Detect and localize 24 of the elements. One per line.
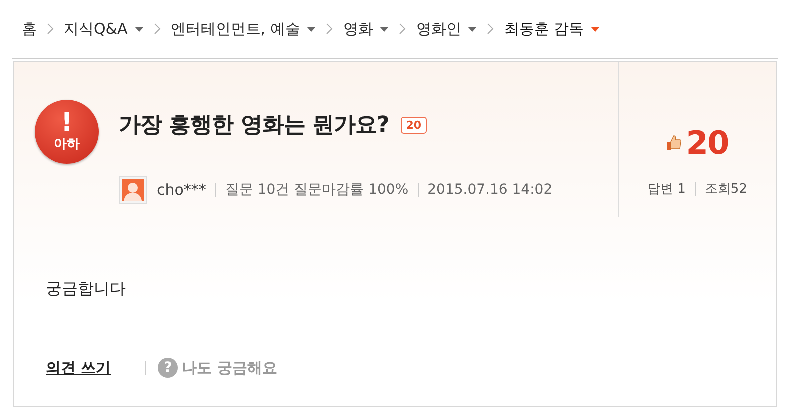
chevron-icon [399,23,406,35]
view-count: 조회52 [704,181,748,198]
breadcrumb-link[interactable]: 최동훈 감독 [504,20,600,38]
avatar-icon [119,176,147,204]
write-comment-link[interactable]: 의견 쓰기 [46,358,112,378]
breadcrumb-link[interactable]: 엔터테인먼트, 예술 [170,20,316,38]
answer-count: 답변 1 [648,181,686,198]
chevron-icon [154,23,161,35]
chevron-icon [487,23,494,35]
question-body: 궁금합니다 [46,279,127,300]
chevron-icon [47,23,54,35]
question-title: 가장 흥행한 영화는 뭔가요? [119,112,390,140]
aha-badge: ! 아하 [35,100,99,164]
reward-badge: 20 [401,116,427,134]
question-stats: 질문 10건 질문마감률 100% [225,181,409,199]
question-date: 2015.07.16 14:02 [428,182,553,198]
breadcrumb-link[interactable]: 영화 [343,20,390,38]
breadcrumb-link[interactable]: 지식Q&A [64,20,144,38]
thumbs-up-icon [666,135,682,151]
chevron-icon [326,23,334,35]
breadcrumb-link[interactable]: 홈 [22,20,37,38]
author-name[interactable]: cho*** [157,181,206,199]
breadcrumb-link[interactable]: 영화인 [416,20,478,38]
like-count: 20 [686,124,729,162]
